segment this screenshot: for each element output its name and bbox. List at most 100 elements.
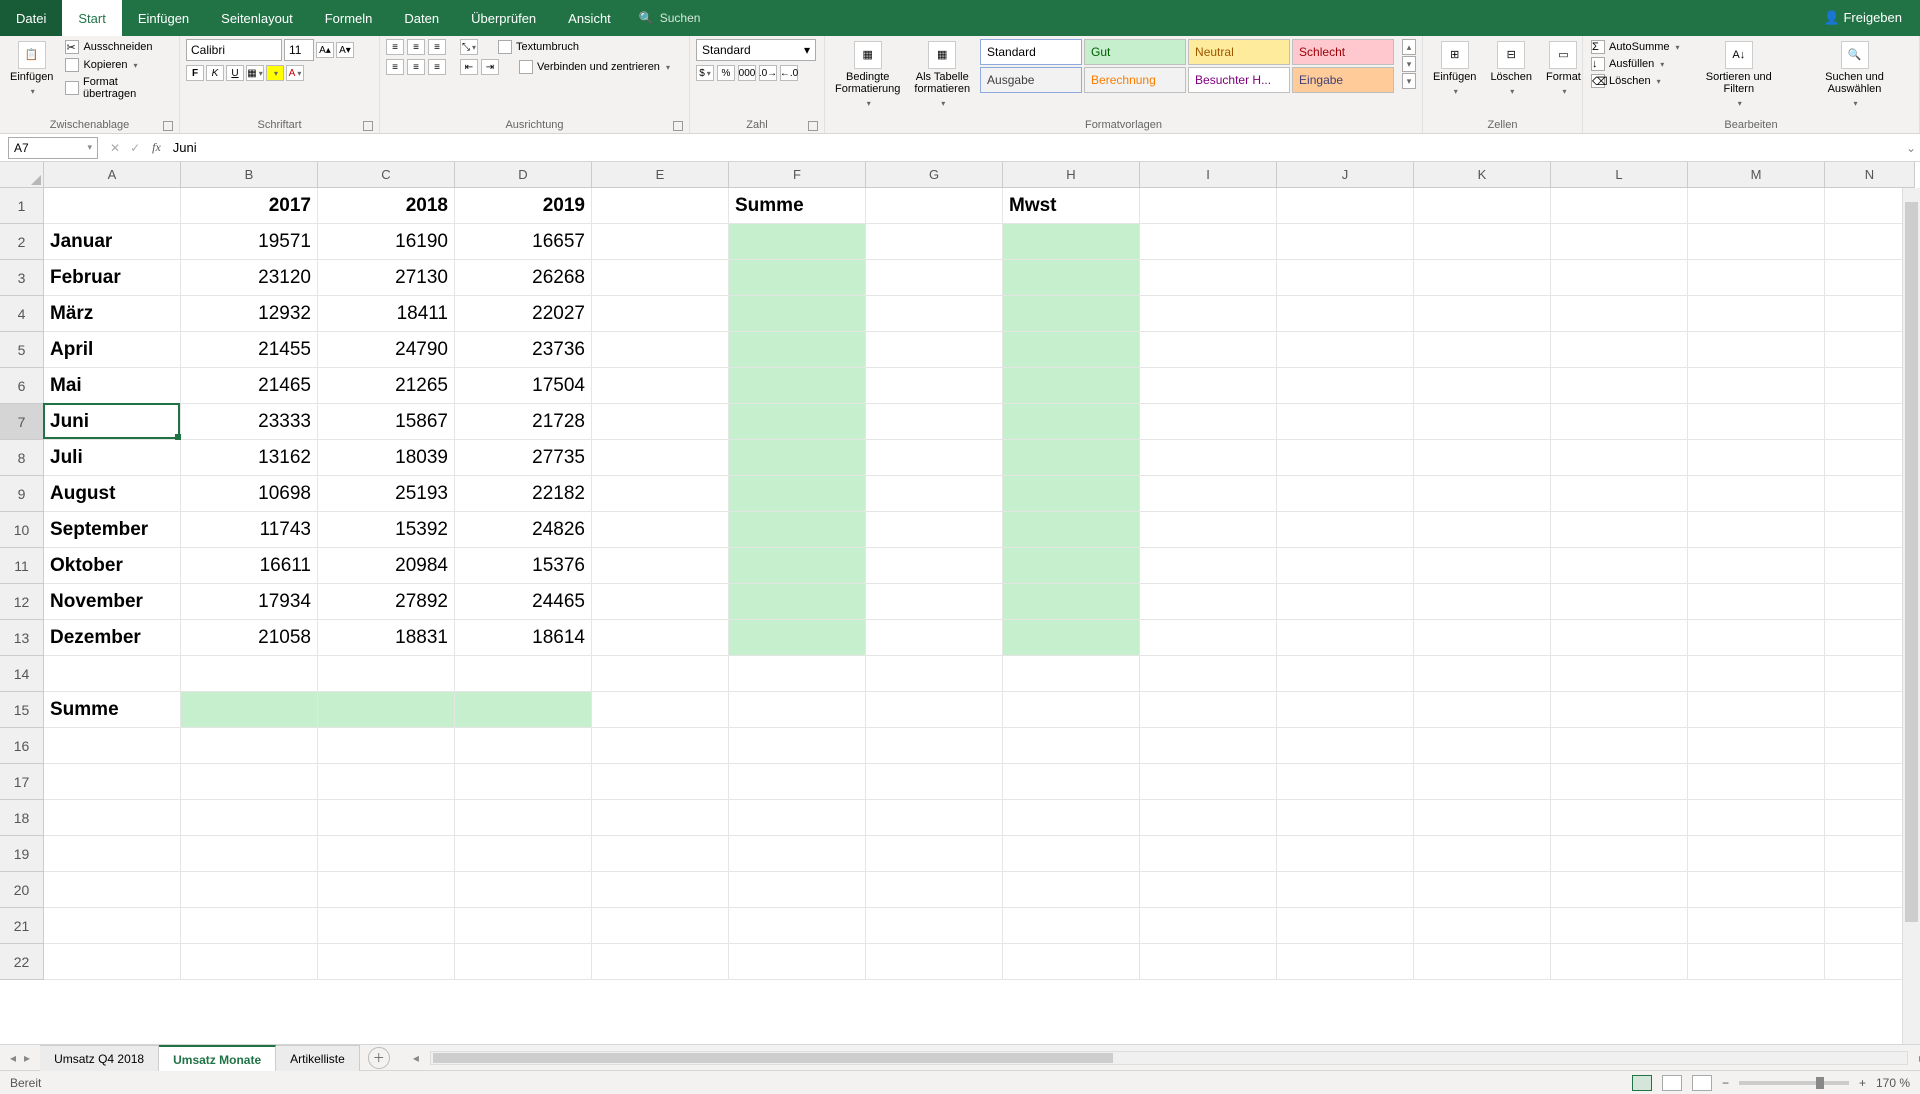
cell-B19[interactable] <box>181 836 318 872</box>
cell-E4[interactable] <box>592 296 729 332</box>
cell-M17[interactable] <box>1688 764 1825 800</box>
cell-F16[interactable] <box>729 728 866 764</box>
cell-A5[interactable]: April <box>44 332 181 368</box>
cell-E5[interactable] <box>592 332 729 368</box>
row-header-18[interactable]: 18 <box>0 800 44 836</box>
cell-C13[interactable]: 18831 <box>318 620 455 656</box>
cell-K2[interactable] <box>1414 224 1551 260</box>
cell-I10[interactable] <box>1140 512 1277 548</box>
cell-G8[interactable] <box>866 440 1003 476</box>
border-button[interactable]: ▦ <box>246 65 264 81</box>
cell-B12[interactable]: 17934 <box>181 584 318 620</box>
cell-E22[interactable] <box>592 944 729 980</box>
view-page-break-button[interactable] <box>1692 1075 1712 1091</box>
cell-K17[interactable] <box>1414 764 1551 800</box>
cell-H4[interactable] <box>1003 296 1140 332</box>
cell-F8[interactable] <box>729 440 866 476</box>
sheet-tab-umsatz-q4-2018[interactable]: Umsatz Q4 2018 <box>40 1045 159 1071</box>
cell-A15[interactable]: Summe <box>44 692 181 728</box>
cell-A20[interactable] <box>44 872 181 908</box>
cell-M22[interactable] <box>1688 944 1825 980</box>
tab-ansicht[interactable]: Ansicht <box>552 0 627 36</box>
cell-M8[interactable] <box>1688 440 1825 476</box>
cell-E2[interactable] <box>592 224 729 260</box>
cell-F21[interactable] <box>729 908 866 944</box>
increase-font-button[interactable]: A▴ <box>316 42 334 58</box>
cell-I13[interactable] <box>1140 620 1277 656</box>
cell-D7[interactable]: 21728 <box>455 404 592 440</box>
cell-I5[interactable] <box>1140 332 1277 368</box>
cell-L22[interactable] <box>1551 944 1688 980</box>
cell-M3[interactable] <box>1688 260 1825 296</box>
cell-L2[interactable] <box>1551 224 1688 260</box>
col-header-L[interactable]: L <box>1551 162 1688 188</box>
cell-J9[interactable] <box>1277 476 1414 512</box>
cell-K9[interactable] <box>1414 476 1551 512</box>
tab-file[interactable]: Datei <box>0 0 62 36</box>
col-header-J[interactable]: J <box>1277 162 1414 188</box>
cell-H20[interactable] <box>1003 872 1140 908</box>
cell-B17[interactable] <box>181 764 318 800</box>
cell-F2[interactable] <box>729 224 866 260</box>
cell-M15[interactable] <box>1688 692 1825 728</box>
cell-B7[interactable]: 23333 <box>181 404 318 440</box>
font-dialog-launcher[interactable] <box>363 121 373 131</box>
cell-H16[interactable] <box>1003 728 1140 764</box>
tab-daten[interactable]: Daten <box>388 0 455 36</box>
cell-E7[interactable] <box>592 404 729 440</box>
select-all-corner[interactable] <box>0 162 44 188</box>
decrease-font-button[interactable]: A▾ <box>336 42 354 58</box>
formula-cancel-button[interactable]: ✕ <box>110 141 120 155</box>
cell-L7[interactable] <box>1551 404 1688 440</box>
cell-E14[interactable] <box>592 656 729 692</box>
wrap-text-button[interactable]: Textumbruch <box>496 39 581 55</box>
tab-einfügen[interactable]: Einfügen <box>122 0 205 36</box>
cell-E12[interactable] <box>592 584 729 620</box>
cell-style-0[interactable]: Standard <box>980 39 1082 65</box>
cell-M10[interactable] <box>1688 512 1825 548</box>
cell-D10[interactable]: 24826 <box>455 512 592 548</box>
cell-I8[interactable] <box>1140 440 1277 476</box>
cell-L20[interactable] <box>1551 872 1688 908</box>
cell-A18[interactable] <box>44 800 181 836</box>
cell-A17[interactable] <box>44 764 181 800</box>
cell-L5[interactable] <box>1551 332 1688 368</box>
view-page-layout-button[interactable] <box>1662 1075 1682 1091</box>
cell-A16[interactable] <box>44 728 181 764</box>
cell-A10[interactable]: September <box>44 512 181 548</box>
cell-K21[interactable] <box>1414 908 1551 944</box>
cell-J20[interactable] <box>1277 872 1414 908</box>
horizontal-scrollbar[interactable]: ◂ ▸ <box>430 1051 1908 1065</box>
cell-J16[interactable] <box>1277 728 1414 764</box>
cell-E10[interactable] <box>592 512 729 548</box>
cell-D6[interactable]: 17504 <box>455 368 592 404</box>
cell-F11[interactable] <box>729 548 866 584</box>
zoom-level[interactable]: 170 % <box>1876 1076 1910 1090</box>
cell-K14[interactable] <box>1414 656 1551 692</box>
cell-C6[interactable]: 21265 <box>318 368 455 404</box>
align-right-button[interactable]: ≡ <box>428 59 446 75</box>
fx-icon[interactable]: fx <box>152 140 161 155</box>
cell-B4[interactable]: 12932 <box>181 296 318 332</box>
cell-A13[interactable]: Dezember <box>44 620 181 656</box>
row-header-21[interactable]: 21 <box>0 908 44 944</box>
decrease-indent-button[interactable]: ⇤ <box>460 59 478 75</box>
cell-E20[interactable] <box>592 872 729 908</box>
cell-C12[interactable]: 27892 <box>318 584 455 620</box>
col-header-K[interactable]: K <box>1414 162 1551 188</box>
cell-D18[interactable] <box>455 800 592 836</box>
cell-A7[interactable]: Juni <box>44 404 181 440</box>
cell-E21[interactable] <box>592 908 729 944</box>
cell-I14[interactable] <box>1140 656 1277 692</box>
cell-C3[interactable]: 27130 <box>318 260 455 296</box>
cell-K16[interactable] <box>1414 728 1551 764</box>
cell-F19[interactable] <box>729 836 866 872</box>
decrease-decimal-button[interactable]: ←.0 <box>780 65 798 81</box>
cell-G13[interactable] <box>866 620 1003 656</box>
cell-style-6[interactable]: Besuchter H... <box>1188 67 1290 93</box>
cell-G11[interactable] <box>866 548 1003 584</box>
cell-C20[interactable] <box>318 872 455 908</box>
align-bottom-button[interactable]: ≡ <box>428 39 446 55</box>
cell-F10[interactable] <box>729 512 866 548</box>
cell-D8[interactable]: 27735 <box>455 440 592 476</box>
